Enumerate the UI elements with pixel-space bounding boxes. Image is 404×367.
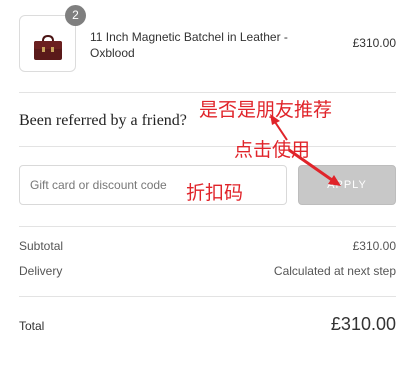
arrow-right-icon (288, 148, 333, 182)
arrow-up-head (270, 114, 280, 125)
arrow-up-icon (274, 121, 288, 141)
arrow-annotations (270, 114, 341, 186)
arrow-right-head (328, 175, 341, 186)
